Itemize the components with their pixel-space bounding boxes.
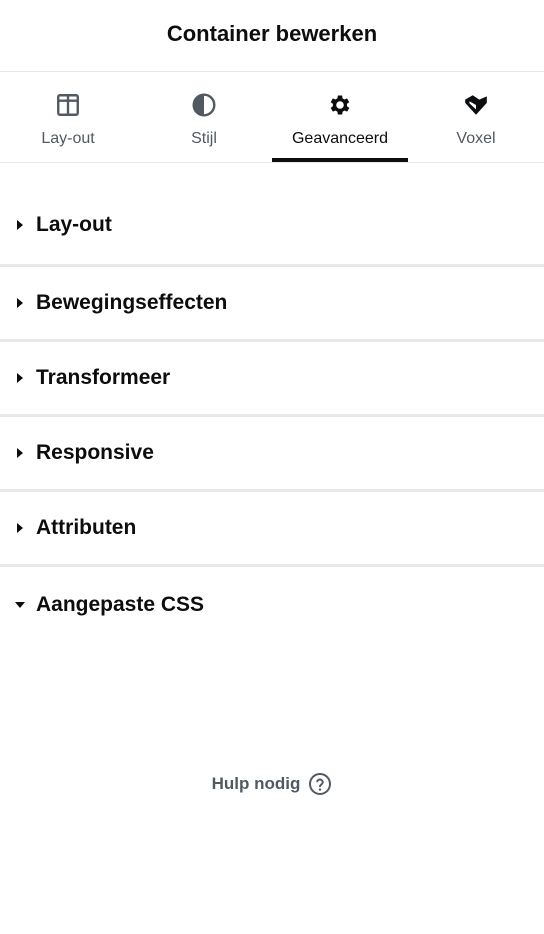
half-circle-icon [190,91,218,119]
section-motion-effects[interactable]: Bewegingseffecten [0,267,544,342]
caret-right-icon [0,447,36,459]
help-link[interactable]: Hulp nodig [0,772,544,796]
section-title: Transformeer [36,366,171,389]
caret-right-icon [0,219,36,231]
tab-advanced[interactable]: Geavanceerd [272,72,408,162]
voxel-logo-icon [462,91,490,119]
caret-right-icon [0,522,36,534]
tab-label: Voxel [456,130,496,147]
section-responsive[interactable]: Responsive [0,417,544,492]
section-title: Bewegingseffecten [36,291,228,314]
columns-icon [54,91,82,119]
section-title: Responsive [36,441,154,464]
section-title: Lay-out [36,212,112,236]
caret-right-icon [0,297,36,309]
tab-bar: Lay-out Stijl Geavanceerd Voxel [0,72,544,163]
section-attributes[interactable]: Attributen [0,492,544,567]
caret-down-icon [0,600,36,610]
tab-style[interactable]: Stijl [136,72,272,162]
section-layout[interactable]: Lay-out [0,163,544,267]
gear-icon [326,91,354,119]
caret-right-icon [0,372,36,384]
section-transform[interactable]: Transformeer [0,342,544,417]
tab-label: Geavanceerd [291,130,389,147]
question-circle-icon [309,773,332,795]
panel-header: Container bewerken [0,0,544,72]
section-title: Attributen [36,516,137,539]
help-label: Hulp nodig [211,774,301,793]
tab-layout[interactable]: Lay-out [0,72,136,162]
tab-label: Lay-out [41,130,95,147]
tab-voxel[interactable]: Voxel [408,72,544,162]
panel-title: Container bewerken [166,20,378,46]
section-title: Aangepaste CSS [36,592,205,616]
tab-label: Stijl [191,130,217,147]
section-custom-css[interactable]: Aangepaste CSS [0,567,544,642]
section-list: Lay-out Bewegingseffecten Transformeer R… [0,163,544,642]
